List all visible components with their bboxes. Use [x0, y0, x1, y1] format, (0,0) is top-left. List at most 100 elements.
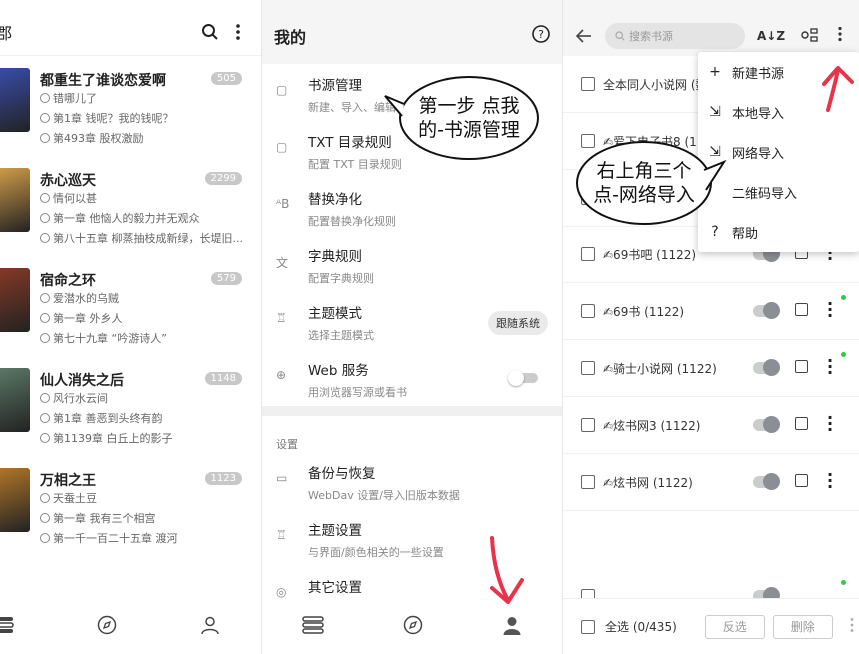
- edit-icon[interactable]: [795, 474, 808, 487]
- author-icon: [40, 293, 50, 303]
- source-enable-toggle[interactable]: [753, 302, 780, 319]
- popup-item[interactable]: 二维码导入: [698, 172, 859, 212]
- chapter-icon: [40, 233, 50, 243]
- svg-text:?: ?: [538, 28, 544, 41]
- popup-item[interactable]: + 新建书源: [698, 52, 859, 92]
- edit-icon[interactable]: [795, 360, 808, 373]
- more-vert-icon[interactable]: [224, 18, 252, 46]
- author-icon: [40, 193, 50, 203]
- invert-selection-button[interactable]: 反选: [704, 614, 765, 639]
- bottom-nav-2: [262, 600, 562, 654]
- more-vert-icon[interactable]: [837, 26, 843, 46]
- book-cover: [0, 268, 30, 332]
- source-enable-toggle[interactable]: [753, 473, 780, 490]
- source-checkbox[interactable]: [581, 304, 595, 318]
- book-item[interactable]: 宿命之环 579 爱潜水的乌贼 第一章 外乡人 第七十九章 “吟游诗人”: [0, 256, 262, 356]
- book-meta-line: 第八十五章 柳蒸抽枝成新绿，长堤旧...: [40, 230, 250, 246]
- book-item[interactable]: 都重生了谁谈恋爱啊 505 错哪儿了 第1章 钱呢？我的钱呢？ 第493章 股权激励: [0, 56, 262, 156]
- source-checkbox[interactable]: [581, 418, 595, 432]
- source-row[interactable]: ✍炫书网 (1122) · · ·: [563, 454, 859, 511]
- book-meta-text: 第一千一百二十五章 渡河: [53, 532, 178, 545]
- menu-item[interactable]: ▭ 备份与恢复 WebDav 设置/导入旧版本数据: [262, 452, 562, 509]
- source-checkbox[interactable]: [581, 475, 595, 489]
- shirt-icon: ♖: [276, 311, 287, 325]
- search-icon[interactable]: [196, 18, 224, 46]
- menu-item-subtitle: 用浏览器写源或看书: [308, 386, 407, 399]
- settings-menu: ▭ 备份与恢复 WebDav 设置/导入旧版本数据 ♖ 主题设置 与界面/颜色相关的一些设…: [262, 452, 562, 623]
- book-title: 都重生了谁谈恋爱啊: [40, 73, 166, 89]
- book-meta-line: 情何以甚: [40, 190, 250, 206]
- web-service-toggle[interactable]: [508, 370, 538, 386]
- status-dot: [841, 580, 846, 585]
- footer-more-icon[interactable]: [849, 617, 855, 637]
- source-checkbox[interactable]: [581, 247, 595, 261]
- book-title: 宿命之环: [40, 273, 96, 289]
- clock-icon: [40, 513, 50, 523]
- menu-item-title: TXT 目录规则: [308, 135, 392, 151]
- source-search-input[interactable]: 搜索书源: [605, 23, 745, 49]
- source-row[interactable]: ✍骑士小说网 (1122) · · ·: [563, 340, 859, 397]
- source-enable-toggle[interactable]: [753, 359, 780, 376]
- sort-icon[interactable]: A↓Z: [757, 29, 785, 43]
- menu-item-subtitle: 新建、导入、编辑: [308, 101, 396, 114]
- back-arrow-icon[interactable]: [569, 29, 599, 43]
- unread-count-badge: 1148: [204, 372, 242, 385]
- menu-item[interactable]: ♖ 主题模式 选择主题模式 跟随系统: [262, 292, 562, 349]
- globe-icon: ⊕: [276, 368, 287, 382]
- my-nav-icon-active[interactable]: [502, 615, 522, 639]
- popup-item[interactable]: ⇲ 本地导入: [698, 92, 859, 132]
- book-meta-text: 第1章 钱呢？我的钱呢？: [53, 112, 174, 125]
- select-all-checkbox[interactable]: [581, 619, 595, 634]
- source-enable-toggle[interactable]: [753, 416, 780, 433]
- replace-icon: ᴬB: [276, 197, 290, 211]
- menu-item-subtitle: 配置 TXT 目录规则: [308, 158, 402, 171]
- bookshelf-nav-icon[interactable]: [301, 615, 324, 639]
- menu-item[interactable]: ᴬB 替换净化 配置替换净化规则: [262, 178, 562, 235]
- source-row[interactable]: ✍69书 (1122) · · ·: [563, 283, 859, 340]
- source-more-icon[interactable]: ···: [827, 467, 833, 495]
- popup-item[interactable]: ⇲ 网络导入: [698, 132, 859, 172]
- edit-icon[interactable]: [795, 417, 808, 430]
- popup-item[interactable]: ? 帮助: [698, 212, 859, 252]
- book-item[interactable]: 赤心巡天 2299 情何以甚 第一章 他恼人的毅力并无观众 第八十五章 柳蒸抽枝成新绿，…: [0, 156, 262, 256]
- source-more-icon[interactable]: ···: [827, 296, 833, 324]
- book-meta-text: 第493章 股权激励: [53, 132, 144, 145]
- book-meta-line: 第493章 股权激励: [40, 130, 250, 146]
- book-meta-text: 风行水云间: [53, 392, 108, 405]
- menu-item[interactable]: ⊕ Web 服务用浏览器写源或看书: [262, 349, 562, 406]
- book-item[interactable]: 万相之王 1123 天蚕土豆 第一章 我有三个相宫 第一千一百二十五章 渡河: [0, 456, 262, 556]
- theme-mode-select[interactable]: 跟随系统: [488, 311, 548, 335]
- popup-item-label: 网络导入: [732, 146, 785, 162]
- search-placeholder: 搜索书源: [629, 30, 673, 43]
- book-item[interactable]: 仙人消失之后 1148 风行水云间 第1章 善恶到头终有韵 第1139章 白丘上的影子: [0, 356, 262, 456]
- delete-button[interactable]: 删除: [772, 614, 833, 639]
- menu-item-title: Web 服务: [308, 363, 369, 379]
- source-more-icon[interactable]: ···: [827, 353, 833, 381]
- popup-item-icon: ⇲: [709, 104, 721, 120]
- book-icon: ▢: [276, 140, 288, 154]
- popup-item-icon: +: [709, 64, 721, 80]
- author-icon: [40, 93, 50, 103]
- source-row[interactable]: ✍炫书网3 (1122) · · ·: [563, 397, 859, 454]
- menu-item-title: 字典规则: [308, 249, 362, 265]
- source-checkbox[interactable]: [581, 134, 595, 148]
- source-checkbox[interactable]: [581, 77, 595, 91]
- bookshelf-nav-icon[interactable]: [0, 615, 14, 639]
- source-checkbox[interactable]: [581, 361, 595, 375]
- source-name: 全本同人小说网 (魏: [603, 78, 708, 92]
- source-more-icon[interactable]: ···: [827, 410, 833, 438]
- menu-item-title: 其它设置: [308, 580, 362, 596]
- edit-icon[interactable]: [795, 303, 808, 316]
- menu-item[interactable]: ♖ 主题设置 与界面/颜色相关的一些设置: [262, 509, 562, 566]
- discover-nav-icon[interactable]: [97, 615, 117, 639]
- menu-item-title: 主题设置: [308, 523, 362, 539]
- my-nav-icon[interactable]: [200, 615, 220, 639]
- menu-item[interactable]: 文 字典规则 配置字典规则: [262, 235, 562, 292]
- unread-count-badge: 505: [210, 72, 242, 85]
- help-icon[interactable]: ?: [532, 25, 550, 47]
- chapter-icon: [40, 533, 50, 543]
- group-icon[interactable]: [801, 27, 819, 46]
- discover-nav-icon[interactable]: [403, 615, 423, 639]
- clock-icon: [40, 313, 50, 323]
- popup-item-label: 本地导入: [732, 106, 785, 122]
